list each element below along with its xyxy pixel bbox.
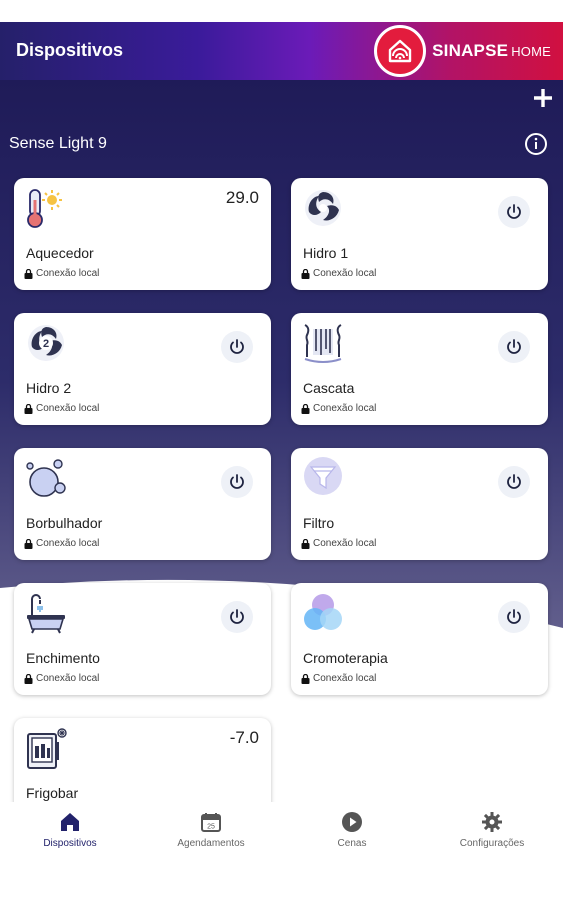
power-icon [507,609,521,624]
connection-label: Conexão local [313,673,377,684]
power-icon [507,204,521,219]
chromotherapy-icon [301,591,345,635]
info-button[interactable] [524,132,548,156]
play-icon [342,812,362,832]
page-title: Dispositivos [16,40,124,60]
lock-icon [24,538,33,549]
power-button[interactable] [498,601,530,633]
nav-cenas[interactable]: Cenas [292,810,412,849]
connection-status: Conexão local [24,673,99,684]
device-card-frigobar[interactable]: -7.0 Frigobar [14,718,271,802]
lock-icon [301,268,310,279]
svg-text:2: 2 [43,338,49,350]
add-device-button[interactable] [531,86,555,110]
connection-status: Conexão local [24,268,99,279]
connection-status: Conexão local [301,673,376,684]
device-name: Hidro 1 [303,245,349,261]
nav-label: Cenas [337,838,367,849]
connection-status: Conexão local [301,403,376,414]
device-name: Filtro [303,515,335,531]
power-button[interactable] [221,601,253,633]
device-card-filtro[interactable]: Filtro Conexão local [291,448,548,560]
connection-label: Conexão local [313,268,377,279]
minibar-icon [24,726,68,770]
lock-icon [301,673,310,684]
calendar-icon: 25 [201,813,221,832]
device-name: Frigobar [26,785,79,801]
connection-status: Conexão local [24,403,99,414]
power-icon [230,339,244,354]
device-card-cromoterapia[interactable]: Cromoterapia Conexão local [291,583,548,695]
waterfall-icon [301,321,345,365]
nav-agendamentos[interactable]: 25 Agendamentos [151,810,271,849]
connection-status: Conexão local [301,538,376,549]
nav-label: Agendamentos [177,838,245,849]
power-button[interactable] [221,466,253,498]
logo-brand: SINAPSE [432,41,509,60]
power-button[interactable] [498,466,530,498]
device-name: Hidro 2 [26,380,72,396]
thermometer-sun-icon [24,186,68,230]
hydro-2-icon: 2 [24,321,68,365]
logo-suffix: HOME [511,44,551,59]
power-icon [230,474,244,489]
power-button[interactable] [221,331,253,363]
nav-dispositivos[interactable]: Dispositivos [10,810,130,849]
device-card-aquecedor[interactable]: 29.0 Aquecedor Conexão local [14,178,271,290]
connection-status: Conexão local [24,538,99,549]
power-button[interactable] [498,331,530,363]
power-icon [230,609,244,624]
sinapse-logo: SINAPSE HOME [374,22,551,80]
lock-icon [301,403,310,414]
connection-label: Conexão local [36,403,100,414]
logo-house-wifi-icon [374,25,427,77]
gear-icon [482,812,502,832]
device-card-hidro-1[interactable]: Hidro 1 Conexão local [291,178,548,290]
device-card-enchimento[interactable]: Enchimento Conexão local [14,583,271,695]
lock-icon [24,673,33,684]
device-card-borbulhador[interactable]: Borbulhador Conexão local [14,448,271,560]
nav-label: Dispositivos [43,838,97,849]
devices-screen: Sense Light 9 29.0 Aquecedor Conexão loc… [0,80,563,802]
home-icon [61,813,79,831]
bubbles-icon [24,456,68,500]
device-value: 29.0 [225,188,259,207]
connection-label: Conexão local [36,673,100,684]
device-name: Borbulhador [26,515,103,531]
device-name: Cromoterapia [303,650,388,666]
power-icon [507,339,521,354]
bathtub-fill-icon [24,591,68,635]
lock-icon [301,538,310,549]
connection-label: Conexão local [313,538,377,549]
power-button[interactable] [498,196,530,228]
connection-label: Conexão local [313,403,377,414]
connection-status: Conexão local [301,268,376,279]
nav-configuracoes[interactable]: Configurações [432,810,552,849]
section-title: Sense Light 9 [9,135,107,152]
connection-label: Conexão local [36,538,100,549]
power-icon [507,474,521,489]
lock-icon [24,403,33,414]
device-card-hidro-2[interactable]: 2 Hidro 2 Conexão local [14,313,271,425]
connection-label: Conexão local [36,268,100,279]
hydro-swirl-icon [301,186,345,230]
svg-text:25: 25 [207,824,215,831]
device-card-cascata[interactable]: Cascata Conexão local [291,313,548,425]
device-name: Cascata [303,380,355,396]
device-name: Aquecedor [26,245,94,261]
app-bar: Dispositivos SINAPSE HOME [0,22,563,80]
lock-icon [24,268,33,279]
device-name: Enchimento [26,650,100,666]
filter-icon [301,456,345,500]
bottom-navigation: Dispositivos 25 Agendamentos Cenas Confi… [0,802,563,862]
device-value: -7.0 [229,728,259,747]
nav-label: Configurações [459,838,525,849]
